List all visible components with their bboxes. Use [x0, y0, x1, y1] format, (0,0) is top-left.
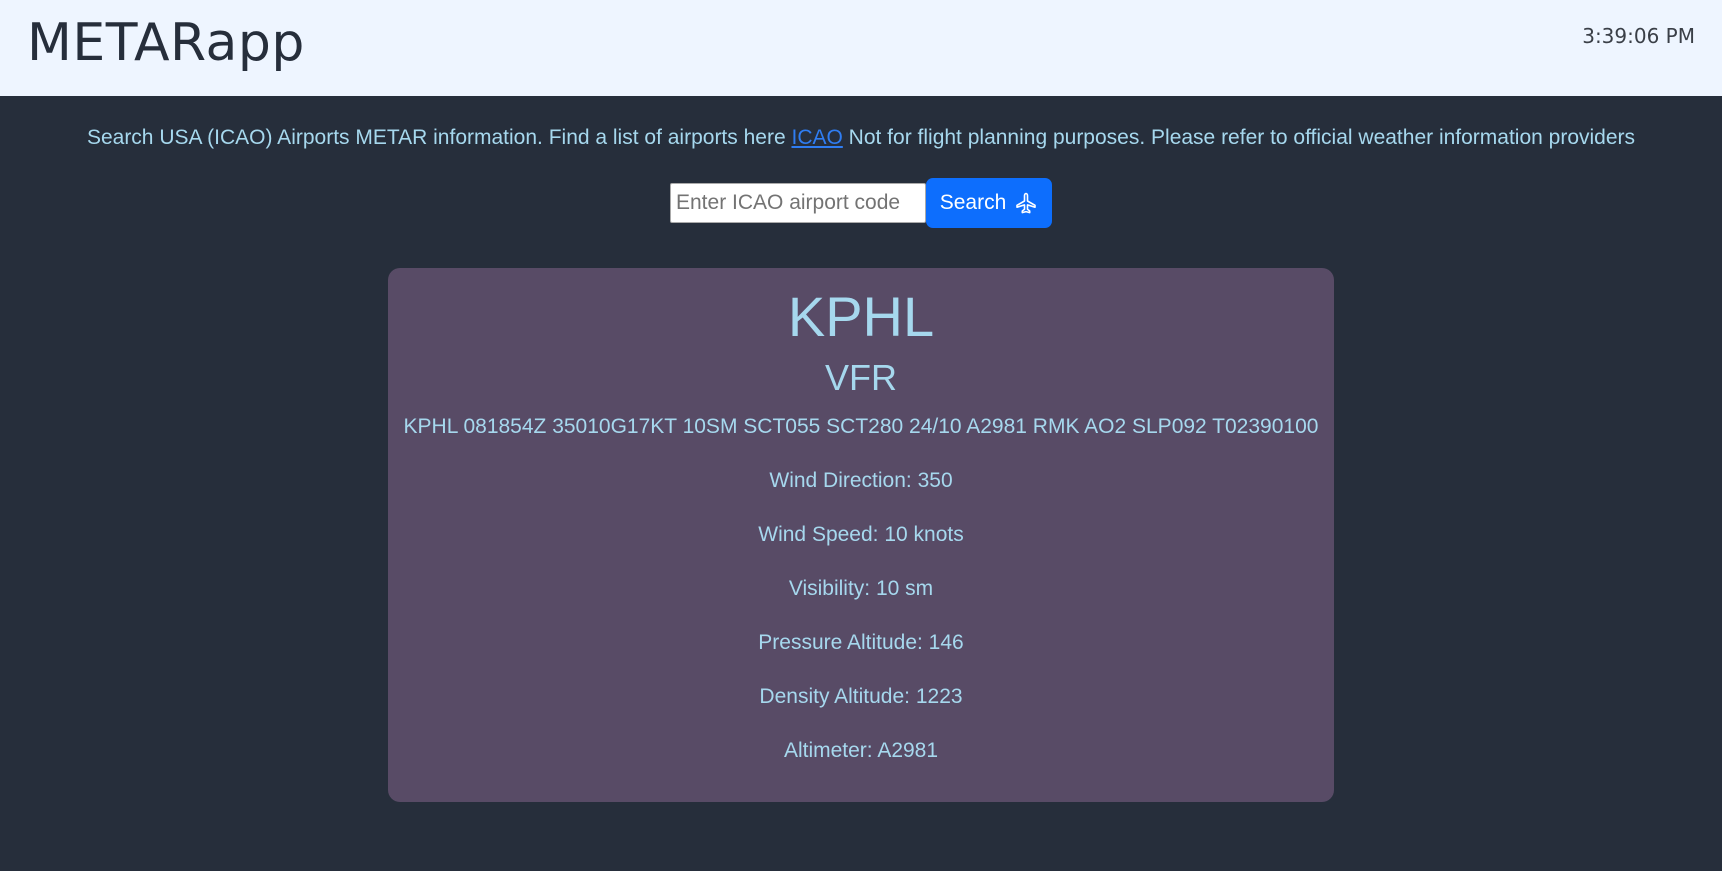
wind-direction: Wind Direction: 350: [769, 469, 953, 492]
search-button[interactable]: Search: [926, 178, 1052, 228]
raw-metar: KPHL 081854Z 35010G17KT 10SM SCT055 SCT2…: [403, 415, 1319, 438]
search-button-label: Search: [939, 191, 1007, 214]
airplane-icon: [1014, 191, 1038, 215]
airport-code-input[interactable]: [670, 183, 926, 223]
density-altitude: Density Altitude: 1223: [759, 685, 963, 708]
flight-category: VFR: [825, 357, 897, 398]
station-code: KPHL: [787, 285, 935, 348]
icao-link[interactable]: ICAO: [791, 126, 842, 149]
intro-text-before: Search USA (ICAO) Airports METAR informa…: [86, 126, 786, 149]
metar-result-card: KPHL VFR KPHL 081854Z 35010G17KT 10SM SC…: [388, 268, 1334, 802]
clock: 3:39:06 PM: [1582, 24, 1695, 48]
intro-text-after: Not for flight planning purposes. Please…: [848, 126, 1636, 149]
visibility: Visibility: 10 sm: [788, 577, 934, 600]
wind-speed: Wind Speed: 10 knots: [758, 523, 964, 546]
main-content: Search USA (ICAO) Airports METAR informa…: [0, 96, 1722, 871]
pressure-altitude: Pressure Altitude: 146: [758, 631, 964, 654]
app-title[interactable]: METARapp: [27, 8, 305, 78]
intro-text: Search USA (ICAO) Airports METAR informa…: [0, 126, 1722, 150]
search-form: Search: [670, 178, 1052, 228]
app-header: METARapp 3:39:06 PM: [0, 0, 1722, 96]
altimeter: Altimeter: A2981: [783, 739, 939, 762]
